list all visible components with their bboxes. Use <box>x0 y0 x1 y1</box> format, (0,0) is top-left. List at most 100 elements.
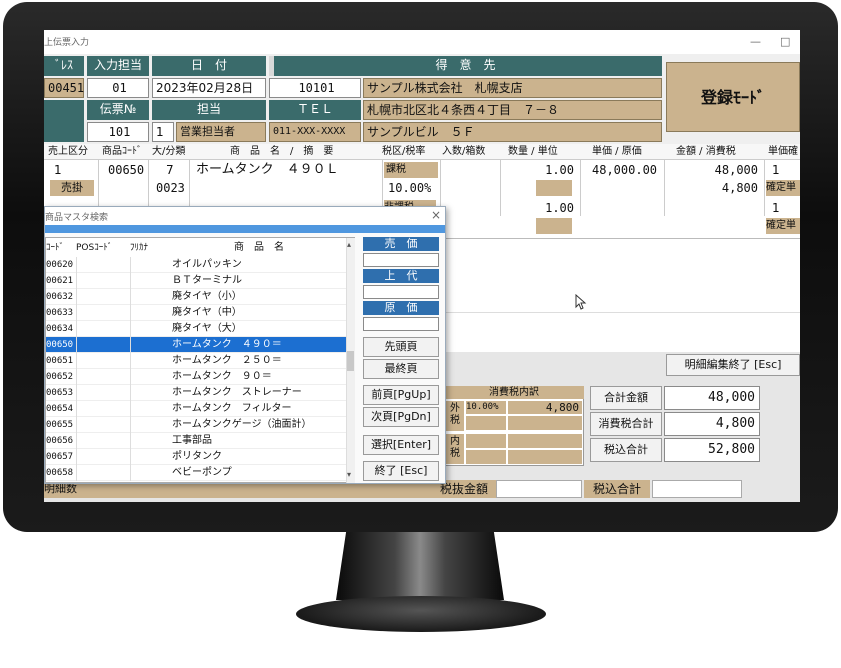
product-name: 廃タイヤ（小） <box>172 291 242 302</box>
exit-button[interactable]: 終了 [Esc] <box>363 461 439 481</box>
product-row[interactable]: 00650 ホームタンク ４９０＝ <box>46 337 346 353</box>
row2-qty[interactable]: 1.00 <box>540 200 574 216</box>
product-row[interactable]: 00632 廃タイヤ（小） <box>46 289 346 305</box>
sell-price-label: 売 価 <box>363 237 439 251</box>
total-amount-label: 合計金額 <box>590 386 662 410</box>
tax-total: 4,800 <box>664 412 760 436</box>
scroll-up-icon[interactable]: ▴ <box>347 240 351 249</box>
row2-confirm[interactable]: 1 <box>772 200 780 216</box>
product-name: ホームタンク ストレーナー <box>172 387 302 398</box>
first-page-button[interactable]: 先頭頁 <box>363 337 439 357</box>
minimize-icon[interactable]: — <box>750 35 761 48</box>
row1-kubun[interactable]: 1 <box>54 162 62 178</box>
detail-header-row: 売上区分 商品ｺｰﾄﾞ 大/分類 商 品 名 / 摘 要 税区/税率 入数/箱数… <box>44 144 800 160</box>
col-tax: 税区/税率 <box>382 146 426 157</box>
product-name: ホームタンク ４９０＝ <box>172 339 282 350</box>
row1-confirm[interactable]: 1 <box>772 162 780 178</box>
last-page-button[interactable]: 最終頁 <box>363 359 439 379</box>
row1-price[interactable]: 48,000.00 <box>592 162 657 178</box>
product-list[interactable]: ｺｰﾄﾞ POSｺｰﾄﾞ ﾌﾘｶﾅ 商 品 名 00620 オイルパッキン 0062… <box>45 237 355 483</box>
product-code: 00621 <box>46 276 74 286</box>
slip-no-field[interactable]: 101 <box>87 122 149 142</box>
product-name: ポリタンク <box>172 451 222 462</box>
next-page-button[interactable]: 次頁[PgDn] <box>363 407 439 427</box>
row1-tax-amount: 4,800 <box>721 181 758 195</box>
cost-price-field <box>363 317 439 331</box>
product-row[interactable]: 00621 ＢＴターミナル <box>46 273 346 289</box>
cost-price-label: 原 価 <box>363 301 439 315</box>
title-bar: 上伝票入力 — □ <box>44 30 800 54</box>
row1-kubun-button[interactable]: 売掛 <box>50 180 94 196</box>
row1-code[interactable]: 00650 <box>108 162 144 178</box>
col-name: 商 品 名 / 摘 要 <box>230 146 334 157</box>
product-row[interactable]: 00655 ホームタンクゲージ（油面計） <box>46 417 346 433</box>
row1-name[interactable]: ホームタンク ４９０Ｌ <box>196 162 339 178</box>
list-scrollbar-thumb[interactable] <box>347 351 354 371</box>
col-code: ｺｰﾄﾞ <box>46 243 65 253</box>
product-search-dialog: 商品マスタ検索 × ｺｰﾄﾞ POSｺｰﾄﾞ ﾌﾘｶﾅ 商 品 名 00620 オ… <box>44 206 446 484</box>
row1-confirm-button[interactable]: 確定単 <box>766 180 800 196</box>
mouse-cursor-icon <box>575 294 587 310</box>
row1-daibun[interactable]: 7 <box>166 162 174 178</box>
row2-confirm-button[interactable]: 確定単 <box>766 218 800 234</box>
outside-rate: 10.00% <box>466 401 506 414</box>
col-kubun: 売上区分 <box>48 146 88 157</box>
footer-right-label: 税込合計 <box>584 480 650 498</box>
row1-amount: 48,000 <box>714 163 758 177</box>
product-code: 00620 <box>46 260 74 270</box>
mode-indicator: 登録ﾓｰﾄﾞ <box>666 62 800 132</box>
col-kana: ﾌﾘｶﾅ <box>130 243 149 253</box>
customer-label: 得 意 先 <box>269 56 662 76</box>
row1-qty[interactable]: 1.00 <box>540 162 574 178</box>
date-label: 日 付 <box>152 56 266 76</box>
product-row[interactable]: 00658 ベビーポンプ <box>46 465 346 481</box>
address-line2: サンプルビル ５Ｆ <box>363 122 662 142</box>
total-amount: 48,000 <box>664 386 760 410</box>
product-code: 00655 <box>46 420 74 430</box>
tel-value: 011-XXX-XXXX <box>269 122 361 142</box>
list-price-field <box>363 285 439 299</box>
row1-rate: 10.00% <box>388 181 432 195</box>
customer-code-field[interactable]: 10101 <box>269 78 361 98</box>
prev-page-button[interactable]: 前頁[PgUp] <box>363 385 439 405</box>
tel-label: ＴＥＬ <box>269 100 361 120</box>
product-code: 00658 <box>46 468 74 478</box>
product-row[interactable]: 00633 廃タイヤ（中） <box>46 305 346 321</box>
product-row[interactable]: 00657 ポリタンク <box>46 449 346 465</box>
date-field[interactable]: 2023年02月28日 <box>152 78 266 98</box>
row1-tax: 課税 <box>384 162 438 178</box>
monitor-stand-neck <box>336 532 504 600</box>
product-row[interactable]: 00652 ホームタンク ９０＝ <box>46 369 346 385</box>
product-code: 00653 <box>46 388 74 398</box>
monitor-stand-base <box>296 596 546 632</box>
staff-code-field[interactable]: 1 <box>152 122 174 142</box>
scroll-down-icon[interactable]: ▾ <box>347 470 351 479</box>
product-row[interactable]: 00620 オイルパッキン <box>46 257 346 273</box>
dress-value: 00451 <box>44 78 84 98</box>
detail-row-1[interactable]: 1 00650 7 ホームタンク ４９０Ｌ 課税 1.00 48,000.00 … <box>44 162 800 178</box>
col-product-name: 商 品 名 <box>234 242 284 253</box>
product-name: ホームタンクゲージ（油面計） <box>172 419 312 430</box>
product-name: ＢＴターミナル <box>172 275 242 286</box>
product-name: ベビーポンプ <box>172 467 232 478</box>
list-price-label: 上 代 <box>363 269 439 283</box>
product-name: ホームタンク フィルター <box>172 403 292 414</box>
product-code: 00632 <box>46 292 74 302</box>
input-staff-field[interactable]: 01 <box>87 78 149 98</box>
end-edit-button[interactable]: 明細編集終了 [Esc] <box>666 354 800 376</box>
dialog-close-icon[interactable]: × <box>431 208 441 222</box>
product-row[interactable]: 00653 ホームタンク ストレーナー <box>46 385 346 401</box>
product-list-header: ｺｰﾄﾞ POSｺｰﾄﾞ ﾌﾘｶﾅ 商 品 名 <box>46 240 346 256</box>
product-row[interactable]: 00654 ホームタンク フィルター <box>46 401 346 417</box>
product-row[interactable]: 00656 工事部品 <box>46 433 346 449</box>
tax-breakdown-title: 消費税内訳 <box>444 386 584 399</box>
sell-price-field <box>363 253 439 267</box>
product-code: 00656 <box>46 436 74 446</box>
col-pos: POSｺｰﾄﾞ <box>76 243 113 253</box>
product-row[interactable]: 00634 廃タイヤ（大） <box>46 321 346 337</box>
maximize-icon[interactable]: □ <box>780 35 790 48</box>
select-button[interactable]: 選択[Enter] <box>363 435 439 455</box>
product-name: オイルパッキン <box>172 259 242 270</box>
product-row[interactable]: 00651 ホームタンク ２５０＝ <box>46 353 346 369</box>
col-daibun: 大/分類 <box>152 146 186 157</box>
